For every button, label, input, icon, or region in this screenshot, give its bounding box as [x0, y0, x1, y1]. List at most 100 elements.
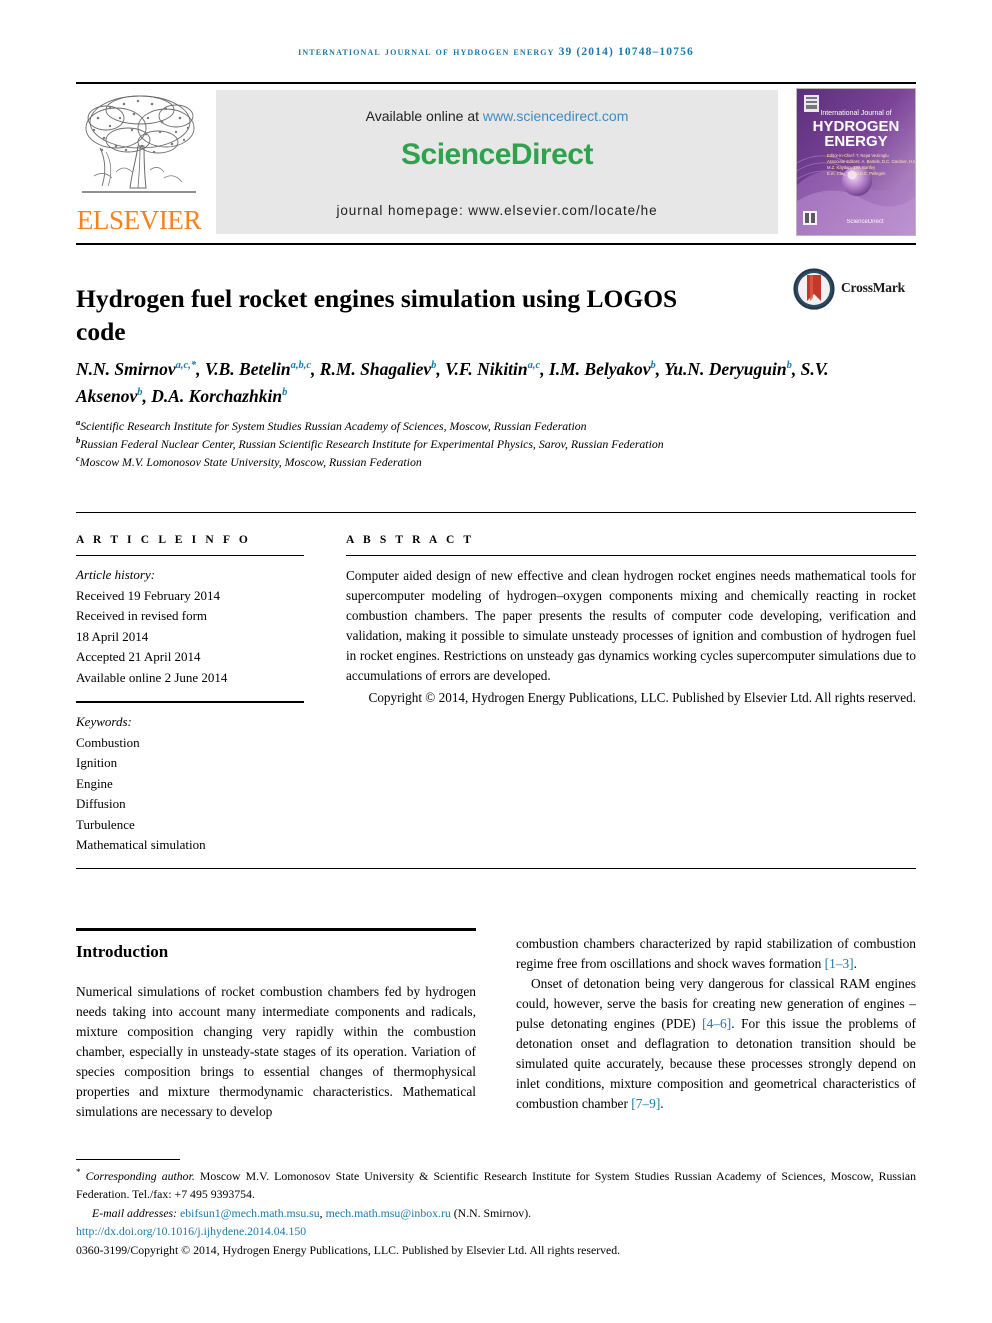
header-rule-top: [76, 82, 916, 84]
author-name: V.F. Nikitin: [445, 359, 528, 379]
email-note: E-mail addresses: ebifsun1@mech.math.msu…: [76, 1205, 916, 1223]
abstract-copyright: Copyright © 2014, Hydrogen Energy Public…: [368, 690, 916, 706]
crossmark-badge[interactable]: CrossMark: [793, 268, 911, 312]
page-title: Hydrogen fuel rocket engines simulation …: [76, 284, 678, 346]
keywords-block: Keywords: Combustion Ignition Engine Diffus…: [76, 712, 304, 856]
email-label: E-mail addresses:: [92, 1205, 178, 1220]
author-name: V.B. Betelin: [204, 359, 291, 379]
author-list: N.N. Smirnova,c,*, V.B. Betelina,b,c, R.…: [76, 359, 829, 407]
article-history-item: Accepted 21 April 2014: [76, 649, 201, 665]
author-name: I.M. Belyakov: [548, 359, 651, 379]
elsevier-wordmark: ELSEVIER: [76, 205, 202, 235]
journal-cover-thumbnail[interactable]: International Journal of HYDROGEN ENERGY…: [796, 88, 916, 236]
intro-paragraph-right-1: combustion chambers characterized by rap…: [516, 934, 916, 974]
abstract-label: A B S T R A C T: [346, 534, 475, 546]
svg-text:Editor-in-Chief: T. Nejat Vez: Editor-in-Chief: T. Nejat Veziroglu: [827, 153, 889, 158]
affiliation-text: Russian Federal Nuclear Center, Russian …: [80, 436, 664, 451]
journal-article-page: International Journal of Hydrogen Energy…: [0, 0, 992, 1323]
affiliation-list: aScientific Research Institute for Syste…: [76, 418, 776, 472]
author-affiliation-marker: b: [786, 360, 792, 372]
footnote-block: * Corresponding author. Moscow M.V. Lomo…: [76, 1166, 916, 1260]
article-history-item: Available online 2 June 2014: [76, 669, 228, 685]
sciencedirect-url-link[interactable]: www.sciencedirect.com: [483, 108, 629, 124]
email-attribution: (N.N. Smirnov).: [450, 1205, 532, 1220]
email-link-2[interactable]: mech.math.msu@inbox.ru: [326, 1206, 451, 1220]
corresponding-label: Corresponding author.: [85, 1168, 195, 1183]
affiliation-text: Moscow M.V. Lomonosov State University, …: [79, 454, 422, 469]
author-affiliation-marker: b: [650, 360, 656, 372]
author-affiliation-marker: b: [431, 360, 437, 372]
article-history-items: Received 19 February 2014 Received in rev…: [76, 586, 304, 689]
article-info-column: A R T I C L E I N F O Article history: R…: [76, 534, 304, 856]
masthead-rule-bottom: [76, 243, 916, 245]
citation-4-6[interactable]: [4–6]: [702, 1016, 731, 1031]
sciencedirect-brand[interactable]: ScienceDirect: [216, 138, 778, 172]
article-info-label: A R T I C L E I N F O: [76, 534, 251, 546]
keywords-items: Combustion Ignition Engine Diffusion Turbule…: [76, 733, 304, 856]
article-history-item: Received 19 February 2014: [76, 587, 221, 603]
author-affiliation-marker: a,c,*: [175, 360, 197, 372]
affiliation-item: cMoscow M.V. Lomonosov State University,…: [76, 454, 776, 472]
keyword-item: Ignition: [76, 755, 118, 771]
svg-text:E.m. Clay, T. and D.C. Pellegr: E.m. Clay, T. and D.C. Pellegrin: [827, 171, 886, 176]
keyword-item: Diffusion: [76, 796, 126, 812]
journal-cover-art: International Journal of HYDROGEN ENERGY…: [797, 89, 915, 235]
abstract-divider: [346, 555, 916, 556]
intro-paragraph-right-2: Onset of detonation being very dangerous…: [516, 974, 916, 1114]
intro-paragraph-left: Numerical simulations of rocket combusti…: [76, 984, 476, 1119]
journal-homepage-line[interactable]: journal homepage: www.elsevier.com/locat…: [216, 203, 778, 218]
keyword-item: Mathematical simulation: [76, 837, 206, 853]
affiliation-text: Scientific Research Institute for System…: [80, 419, 587, 433]
introduction-rule: [76, 928, 476, 931]
article-history-title: Article history:: [76, 567, 156, 582]
author-name: N.N. Smirnov: [76, 359, 176, 379]
svg-text:ENERGY: ENERGY: [824, 133, 887, 150]
corresponding-marker: *: [76, 1167, 81, 1177]
elsevier-logo: ELSEVIER: [76, 88, 202, 236]
available-online-prefix: Available online at: [365, 108, 483, 124]
svg-text:ScienceDirect: ScienceDirect: [846, 219, 883, 225]
crossmark-icon: [793, 268, 835, 310]
abstract-body: Computer aided design of new effective a…: [346, 568, 916, 684]
affiliation-item: aScientific Research Institute for Syste…: [76, 418, 776, 436]
svg-text:M.Z. Kaydan, J.M. Bartley: M.Z. Kaydan, J.M. Bartley: [827, 165, 876, 170]
svg-text:International Journal of: International Journal of: [820, 110, 891, 117]
author-affiliation-marker: a,b,c: [290, 360, 312, 372]
article-history-item: Received in revised form: [76, 608, 208, 624]
article-history-item: 18 April 2014: [76, 628, 149, 644]
article-info-divider: [76, 555, 304, 556]
running-head: International Journal of Hydrogen Energy…: [298, 46, 694, 58]
doi-link[interactable]: http://dx.doi.org/10.1016/j.ijhydene.201…: [76, 1223, 916, 1241]
masthead: ELSEVIER Available online at www.science…: [76, 88, 916, 236]
corresponding-text: Moscow M.V. Lomonosov State University &…: [76, 1168, 917, 1201]
keyword-item: Turbulence: [76, 816, 135, 832]
issn-copyright-line: 0360-3199/Copyright © 2014, Hydrogen Ene…: [76, 1242, 621, 1257]
author-name: Yu.N. Deryuguin: [664, 359, 787, 379]
abstract-column: A B S T R A C T Computer aided design of…: [346, 534, 916, 708]
crossmark-label: CrossMark: [841, 280, 905, 295]
sciencedirect-panel: Available online at www.sciencedirect.co…: [216, 90, 778, 234]
author-name: D.A. Korchazhkin: [151, 386, 283, 407]
footnote-rule: [76, 1159, 180, 1160]
body-column-right: combustion chambers characterized by rap…: [516, 934, 916, 1114]
citation-7-9[interactable]: [7–9]: [631, 1096, 660, 1111]
keyword-item: Combustion: [76, 734, 140, 750]
info-rule-top: [76, 512, 916, 513]
author-affiliation-marker: b: [282, 387, 288, 399]
author-name: R.M. Shagaliev: [319, 359, 432, 379]
elsevier-tree-icon: [82, 95, 196, 193]
keywords-title: Keywords:: [76, 714, 132, 730]
affiliation-item: bRussian Federal Nuclear Center, Russian…: [76, 436, 776, 454]
svg-text:Associate Editors: A. Bartels,: Associate Editors: A. Bartels, D.C. Gard…: [827, 159, 915, 164]
body-rule-top: [76, 868, 916, 869]
body-column-left: Introduction Numerical simulations of ro…: [76, 934, 476, 1122]
email-link-1[interactable]: ebifsun1@mech.math.msu.su: [180, 1206, 320, 1220]
available-online-line: Available online at www.sciencedirect.co…: [216, 108, 778, 124]
article-history: Article history: Received 19 February 20…: [76, 565, 304, 688]
author-affiliation-marker: b: [137, 387, 143, 399]
keywords-divider: [76, 701, 304, 704]
keyword-item: Engine: [76, 775, 113, 791]
para2-text-c: .: [660, 1095, 664, 1111]
citation-1-3[interactable]: [1–3]: [825, 956, 854, 971]
author-affiliation-marker: a,c: [527, 360, 541, 372]
